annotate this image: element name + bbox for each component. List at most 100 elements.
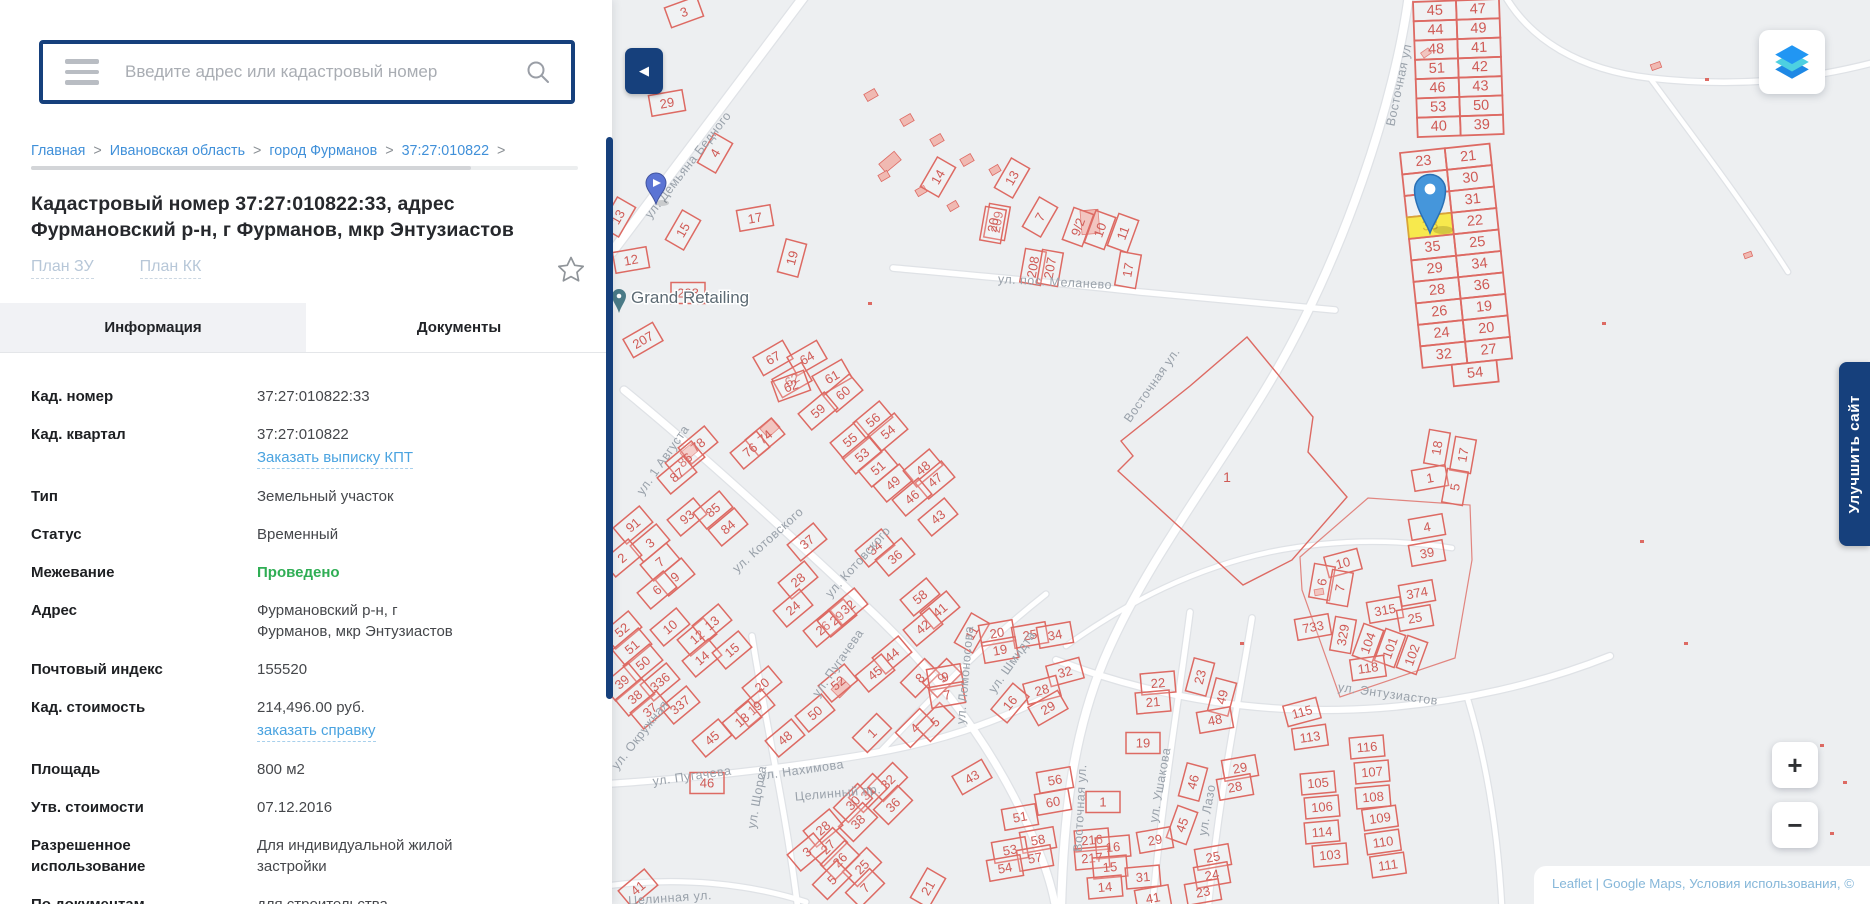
favorite-star-icon[interactable] [556, 255, 586, 284]
terms-link[interactable]: Условия использования [1689, 876, 1837, 891]
tab-информация[interactable]: Информация [0, 303, 306, 352]
svg-text:47: 47 [1469, 1, 1486, 18]
parcel[interactable]: 23 [1184, 879, 1221, 904]
parcel[interactable]: 21 [1135, 690, 1171, 714]
collapse-panel-button[interactable]: ◀ [625, 48, 663, 94]
parcel[interactable]: 105 [1300, 771, 1336, 795]
leaflet-link[interactable]: Leaflet [1552, 876, 1592, 891]
parcel[interactable]: 107 [1354, 760, 1390, 784]
plan-link[interactable]: План КК [140, 258, 202, 279]
svg-text:118: 118 [1357, 659, 1380, 677]
building [930, 134, 944, 147]
svg-text:29: 29 [659, 94, 676, 111]
parcel[interactable]: 21 [910, 868, 945, 904]
map-mark [1602, 322, 1606, 325]
svg-text:32: 32 [1435, 346, 1453, 364]
parcel[interactable]: 29 [1136, 827, 1173, 854]
parcel[interactable]: 19 [777, 239, 806, 277]
svg-text:110: 110 [1372, 833, 1395, 851]
parcel[interactable]: 17 [1115, 251, 1142, 288]
building [960, 154, 974, 167]
parcel[interactable]: 14 [1087, 875, 1123, 899]
parcel[interactable]: 1 [1411, 465, 1448, 492]
parcel[interactable]: 7 [1022, 197, 1057, 237]
parcel[interactable]: 4 [1408, 514, 1445, 541]
parcel[interactable]: 17 [736, 205, 773, 232]
google-maps-link[interactable]: Google Maps [1603, 876, 1682, 891]
svg-text:42: 42 [1471, 59, 1488, 76]
cadastral-map[interactable]: 3294171315121920820714209137208207676462… [612, 0, 1870, 904]
parcel[interactable]: 3 [664, 0, 703, 28]
info-value-text: для строительства индивидуального жилого [257, 894, 475, 904]
parcel[interactable]: 109 [1362, 805, 1399, 831]
svg-text:21: 21 [1459, 148, 1477, 166]
search-icon[interactable] [525, 59, 551, 85]
poi-pin-icon[interactable] [612, 289, 626, 313]
search-input[interactable] [99, 62, 525, 82]
breadcrumb-link[interactable]: Главная [31, 143, 85, 159]
parcel[interactable]: 15 [712, 631, 752, 669]
svg-text:28: 28 [1227, 778, 1244, 795]
parcel[interactable]: 17 [1450, 436, 1477, 473]
parcel[interactable]: 43 [918, 498, 958, 536]
tab-документы[interactable]: Документы [306, 303, 612, 352]
info-value-text: 214,496.00 руб. [257, 697, 475, 718]
parcel[interactable]: 43 [952, 759, 992, 794]
zoom-out-button[interactable]: − [1772, 802, 1818, 848]
panel-scrollbar[interactable] [606, 137, 613, 699]
parcel[interactable]: 31 [1125, 865, 1161, 889]
svg-text:116: 116 [1356, 739, 1378, 756]
parcel[interactable]: 116 [1349, 735, 1385, 759]
svg-text:49: 49 [1470, 20, 1487, 37]
parcel[interactable]: 62 [771, 370, 810, 401]
breadcrumb-link[interactable]: город Фурманов [269, 143, 377, 159]
zoom-in-button[interactable]: + [1772, 742, 1818, 788]
info-value: 800 м2 [257, 759, 475, 780]
parcel[interactable]: 114 [1304, 820, 1340, 844]
breadcrumb-link[interactable]: Ивановская область [110, 143, 245, 159]
breadcrumb-scrollbar[interactable] [31, 166, 578, 170]
svg-text:40: 40 [1431, 118, 1448, 135]
parcel[interactable]: 50 [795, 694, 835, 732]
parcel[interactable]: 1 [1086, 792, 1120, 813]
parcel[interactable]: 329 [1330, 616, 1357, 653]
plan-link[interactable]: План ЗУ [31, 258, 94, 279]
parcel[interactable]: 108 [1355, 785, 1391, 809]
svg-text:105: 105 [1307, 775, 1330, 792]
map-area[interactable]: 3294171315121920820714209137208207676462… [612, 0, 1870, 904]
breadcrumb-link[interactable]: 37:27:010822 [402, 143, 489, 159]
building [864, 89, 878, 102]
parcel[interactable]: 374 [1398, 580, 1435, 607]
info-value-link[interactable]: заказать справку [257, 720, 376, 742]
improve-site-tab[interactable]: Улучшить сайт [1839, 362, 1870, 546]
menu-button[interactable] [65, 59, 99, 85]
info-row: АдресФурмановский р-н, г Фурманов, мкр Э… [31, 600, 584, 642]
info-row: ТипЗемельный участок [31, 486, 584, 507]
info-value: Фурмановский р-н, г Фурманов, мкр Энтузи… [257, 600, 475, 642]
parcel[interactable]: 23 [1185, 658, 1214, 696]
parcel[interactable]: 54 [986, 855, 1023, 882]
breadcrumb-separator: > [253, 143, 261, 159]
poi-label[interactable]: Grand Retailing [631, 288, 749, 307]
parcel[interactable]: 113 [1292, 724, 1329, 750]
info-label: Статус [31, 524, 257, 545]
parcel[interactable]: 103 [1312, 843, 1348, 867]
parcel[interactable]: 13 [994, 158, 1029, 198]
layers-button[interactable] [1759, 30, 1825, 94]
parcel[interactable]: 106 [1304, 795, 1340, 819]
info-value-link[interactable]: Заказать выписку КПТ [257, 447, 413, 469]
svg-text:17: 17 [1119, 262, 1136, 279]
parcel[interactable]: 24 [773, 589, 813, 627]
info-label: Почтовый индекс [31, 659, 257, 680]
parcel[interactable]: 733 [1294, 614, 1331, 641]
parcel[interactable]: 15 [665, 210, 700, 250]
parcel[interactable]: 18 [1424, 429, 1451, 466]
parcel[interactable]: 111 [1370, 852, 1407, 878]
parcel[interactable]: 118 [1350, 655, 1387, 681]
parcel[interactable]: 37 [787, 523, 827, 561]
parcel[interactable]: 207 [623, 322, 663, 357]
parcel[interactable]: 115 [1283, 697, 1321, 726]
parcel[interactable]: 48 [1196, 707, 1233, 734]
parcel[interactable]: 19 [1126, 733, 1160, 754]
parcel[interactable]: 110 [1365, 829, 1402, 855]
